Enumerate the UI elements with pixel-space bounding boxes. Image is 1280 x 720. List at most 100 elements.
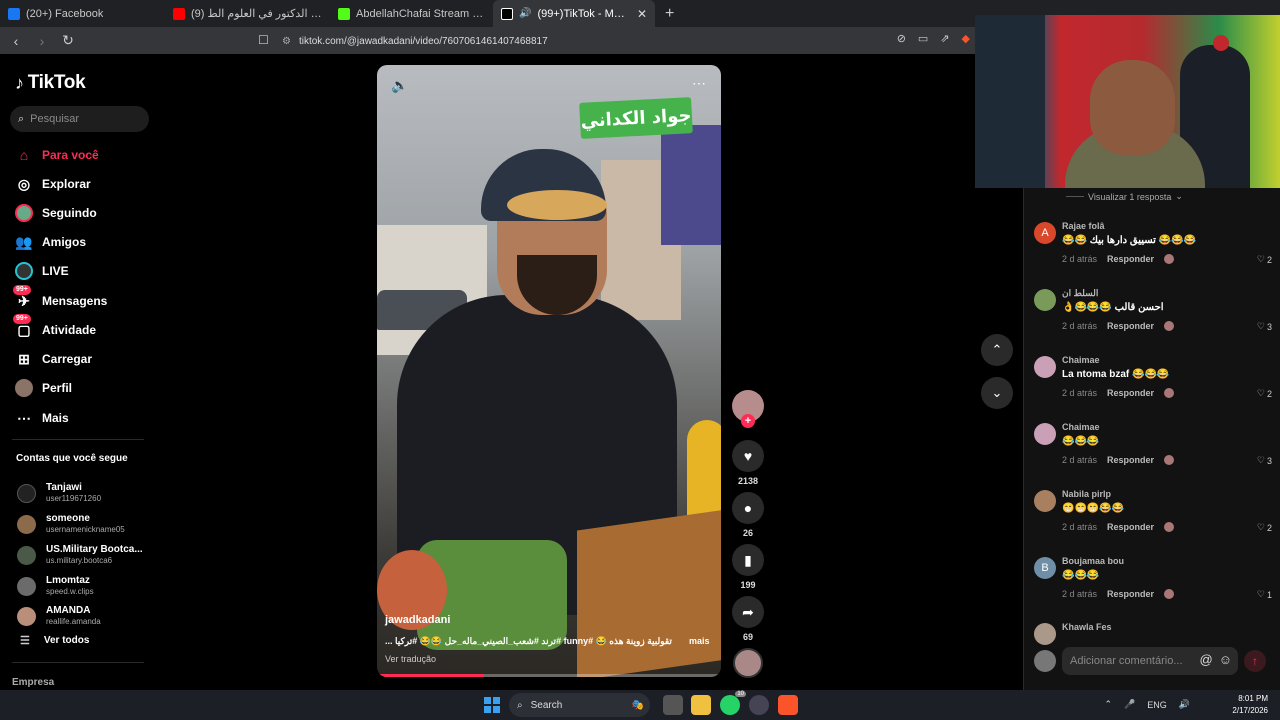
cast-icon[interactable]: ▭ [918,32,928,45]
nav-live[interactable]: LIVE [15,260,69,282]
reply-button[interactable]: Responder [1107,589,1154,599]
share-icon[interactable]: ⇗ [940,32,949,45]
following-account[interactable]: AMANDA reallife.amanda [17,601,101,631]
nav-messages[interactable]: ✈ 99+ Mensagens [13,285,107,312]
tab-facebook[interactable]: (20+) Facebook [0,0,165,27]
comment-avatar[interactable] [1034,623,1056,645]
mention-icon[interactable]: @ [1200,652,1213,667]
comment-avatar[interactable] [1034,490,1056,512]
tab-kick-stream[interactable]: AbdellahChafai Stream - Watch Live [330,0,493,27]
view-replies-button[interactable]: Visualizar 1 resposta ⌄ [1066,191,1183,202]
comment-input[interactable]: Adicionar comentário... @ ☺ [1062,647,1238,675]
nav-profile[interactable]: Perfil [15,377,72,399]
comment-author[interactable]: Boujamaa bou [1062,556,1124,566]
whatsapp-icon[interactable]: 10 [720,691,746,715]
nav-friends[interactable]: 👥 Amigos [15,231,86,253]
comment-avatar[interactable]: A [1034,222,1056,244]
comment-avatar[interactable] [1034,423,1056,445]
chevron-up-icon[interactable]: ⌃ [1105,699,1113,710]
comment-like-button[interactable]: ♡ 3 [1257,455,1272,466]
reply-button[interactable]: Responder [1107,388,1154,398]
nav-more[interactable]: ⋯ Mais [15,407,69,429]
task-view-icon[interactable] [663,695,683,715]
back-icon[interactable]: ‹ [6,33,26,49]
activity-icon: ▢ 99+ [13,314,33,339]
reply-button[interactable]: Responder [1107,522,1154,532]
file-explorer-icon[interactable] [691,695,711,715]
like-button[interactable]: ♥ 2138 [732,440,764,486]
brave-shield-icon[interactable]: ◆ [962,32,970,45]
comment-author[interactable]: Khawla Fes [1062,622,1112,632]
nav-for-you[interactable]: ⌂ Para você [15,144,99,166]
save-button[interactable]: ▮ 199 [732,544,764,590]
reply-button[interactable]: Responder [1107,455,1154,465]
tiktok-logo[interactable]: ♪ TikTok [15,72,86,94]
following-account[interactable]: someone usernamenickname05 [17,509,125,539]
creator-liked-avatar [1164,455,1175,465]
comment-author[interactable]: Chaimae [1062,355,1100,365]
app-icon[interactable] [749,695,769,715]
comment-author[interactable]: Rajae folâ [1062,221,1105,231]
next-video-button[interactable]: ⌄ [981,377,1013,409]
comment-like-button[interactable]: ♡ 1 [1257,589,1272,600]
send-comment-button[interactable]: ↑ [1244,650,1266,672]
nav-upload[interactable]: ⊞ Carregar [15,348,92,370]
comment-avatar[interactable]: B [1034,557,1056,579]
comment-like-button[interactable]: ♡ 2 [1257,254,1272,265]
video-player[interactable]: جواد الكداني 🔈 ⋯ jawadkadani تقولبية زوي… [377,65,721,677]
reload-icon[interactable]: ↻ [58,32,78,49]
comment-like-button[interactable]: ♡ 2 [1257,522,1272,533]
comment-item: A Rajae folâ 😂😂 تسييق دارها بيك 😂😂😂 2 d atr… [1034,221,1274,281]
bookmark-icon[interactable]: ☐ [258,33,269,47]
volume-icon[interactable]: 🔊 [1179,699,1190,710]
new-tab-button[interactable]: + [655,5,684,23]
emoji-icon[interactable]: ☺ [1219,652,1232,667]
close-tab-icon[interactable]: ✕ [637,7,647,21]
music-disc-avatar[interactable] [733,648,763,678]
tab-tiktok[interactable]: 🔊 (99+)TikTok - Make Your Day ✕ [493,0,655,27]
comment-avatar[interactable] [1034,289,1056,311]
tab-youtube[interactable]: (9) ايف خطير مع الدكتور في العلوم الط [165,0,330,27]
microphone-icon[interactable]: 🎤 [1124,699,1135,710]
site-info-icon[interactable]: ⚙ [282,36,291,47]
url-field[interactable]: ⚙ tiktok.com/@jawadkadani/video/76070614… [282,32,972,50]
volume-icon[interactable]: 🔈 [391,77,408,94]
taskbar-clock[interactable]: 8:01 PM 2/17/2026 [1232,693,1268,717]
search-input[interactable]: ⌕ Pesquisar [10,106,149,132]
share-button[interactable]: ➦ 69 [732,596,764,642]
taskbar-search[interactable]: ⌕ Search 🎭 [509,693,650,717]
following-section-title: Contas que você segue [16,453,128,464]
nav-following[interactable]: Seguindo [15,202,97,224]
forward-icon[interactable]: › [32,33,52,49]
following-account[interactable]: Lmomtaz speed.w.clips [17,571,94,601]
follow-plus-icon[interactable]: + [741,414,755,428]
company-link[interactable]: Empresa [12,677,54,688]
windows-start-icon[interactable] [484,697,500,713]
previous-video-button[interactable]: ⌃ [981,334,1013,366]
following-account[interactable]: US.Military Bootca... us.military.bootca6 [17,540,143,570]
language-indicator[interactable]: ENG [1147,700,1167,710]
reader-icon[interactable]: ⊘ [897,32,906,45]
video-progress-bar[interactable] [377,674,721,677]
webcam-scene [1090,60,1175,155]
reply-button[interactable]: Responder [1107,321,1154,331]
see-translation-button[interactable]: Ver tradução [385,654,436,664]
comment-button[interactable]: ● 26 [732,492,764,538]
comment-like-button[interactable]: ♡ 2 [1257,388,1272,399]
nav-explore[interactable]: ◎ Explorar [15,173,91,195]
video-author[interactable]: jawadkadani [385,614,450,626]
video-more-icon[interactable]: ⋯ [692,75,707,92]
following-account[interactable]: Tanjawi user119671260 [17,478,101,508]
comment-avatar[interactable] [1034,356,1056,378]
heart-outline-icon: ♡ [1256,321,1265,331]
avatar [17,483,36,503]
caption-more-button[interactable]: mais [689,636,710,646]
comment-author[interactable]: السلط ان [1062,288,1098,299]
comment-author[interactable]: Nabila pirlp [1062,489,1111,499]
see-all-button[interactable]: ☰ Ver todos [20,634,89,647]
reply-button[interactable]: Responder [1107,254,1154,264]
comment-like-button[interactable]: ♡ 3 [1257,321,1272,332]
comment-author[interactable]: Chaimae [1062,422,1100,432]
brave-icon[interactable] [778,695,798,715]
nav-activity[interactable]: ▢ 99+ Atividade [13,314,96,341]
